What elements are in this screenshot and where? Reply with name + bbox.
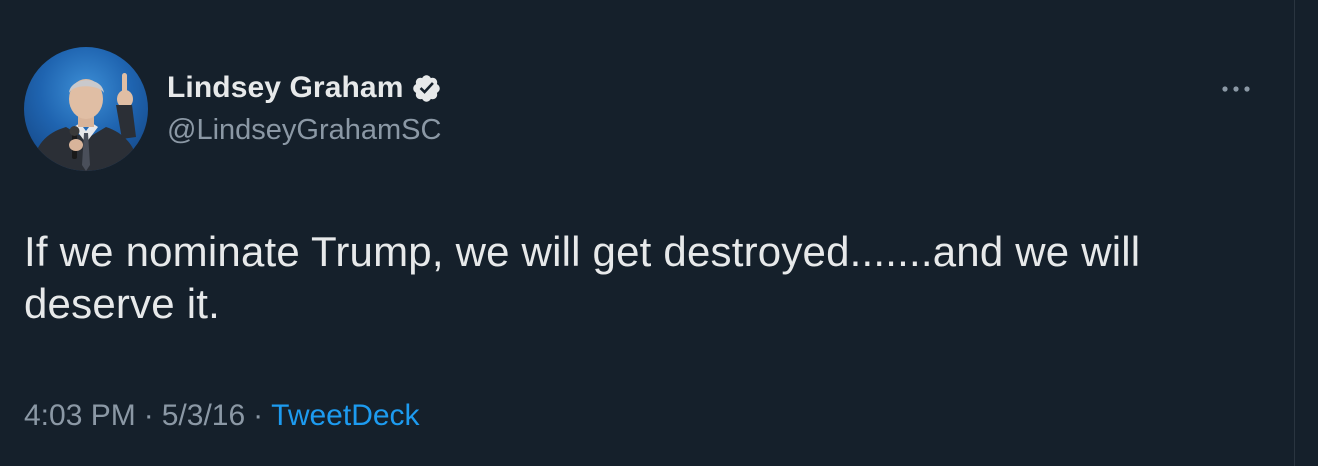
tweet-card: Lindsey Graham @LindseyGrahamSC If we no…	[0, 0, 1294, 466]
avatar-photo	[32, 73, 140, 171]
tweet-time[interactable]: 4:03 PM	[24, 399, 136, 432]
avatar[interactable]	[24, 47, 148, 171]
display-name-row: Lindsey Graham	[167, 70, 442, 106]
user-handle[interactable]: @LindseyGrahamSC	[167, 112, 441, 148]
tweet-source-link[interactable]: TweetDeck	[271, 399, 419, 432]
verified-badge-icon	[411, 73, 442, 104]
more-options-button[interactable]	[1213, 71, 1259, 107]
display-name[interactable]: Lindsey Graham	[167, 70, 403, 106]
more-options-icon	[1222, 86, 1250, 92]
separator-dot: ·	[253, 399, 264, 432]
tweet-date[interactable]: 5/3/16	[162, 399, 245, 432]
tweet-metadata: 4:03 PM · 5/3/16 · TweetDeck	[24, 396, 420, 436]
separator-dot: ·	[143, 399, 154, 432]
tweet-text: If we nominate Trump, we will get destro…	[24, 228, 1141, 327]
right-column-edge	[1295, 0, 1318, 466]
